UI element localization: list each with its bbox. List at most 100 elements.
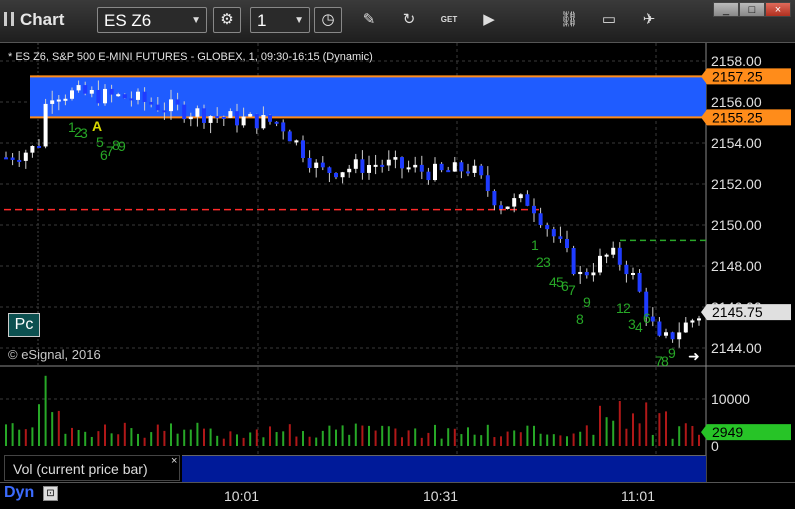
candle-body <box>373 164 378 167</box>
chevron-down-icon[interactable]: ▼ <box>294 8 304 34</box>
candle-body <box>677 332 682 340</box>
volume-bar <box>486 424 489 446</box>
volume-bar <box>414 428 417 446</box>
candle-body <box>551 229 556 237</box>
candle-body <box>650 316 655 322</box>
candle-body <box>208 116 213 123</box>
candle-body <box>89 90 94 94</box>
volume-bar <box>18 429 21 446</box>
get-icon[interactable]: GET <box>438 10 460 30</box>
volume-bar <box>506 431 509 446</box>
candle-body <box>512 198 517 207</box>
volume-bar <box>262 437 265 446</box>
refresh-icon[interactable]: ↻ <box>398 10 420 30</box>
candle-body <box>380 164 385 167</box>
volume-bar <box>295 436 298 446</box>
count-label: 4 <box>635 319 643 335</box>
grip-icon[interactable] <box>4 12 14 26</box>
count-label: 9 <box>118 138 126 154</box>
volume-bar <box>638 423 641 446</box>
volume-bar <box>612 420 615 446</box>
candle-body <box>624 264 629 275</box>
volume-bar <box>90 436 93 446</box>
volume-bar <box>196 422 199 446</box>
candle-body <box>155 104 160 111</box>
symbol-input[interactable]: ES Z6 ▼ <box>97 7 207 33</box>
lock-icon[interactable]: ⊡ <box>43 486 58 501</box>
candle-body <box>499 205 503 209</box>
chat-icon[interactable]: ▭ <box>598 10 620 30</box>
minimize-button[interactable]: _ <box>713 2 739 17</box>
volume-bar <box>526 425 529 446</box>
candle-body <box>485 175 490 192</box>
volume-bar <box>374 430 377 446</box>
volume-bar <box>249 432 252 446</box>
window-controls: _ □ × <box>713 0 791 17</box>
time-label: 10:01 <box>224 488 260 504</box>
candle-body <box>287 131 292 142</box>
volume-bar <box>222 438 225 446</box>
volume-bar <box>407 430 410 446</box>
chart-canvas[interactable]: 1235678912 34 56 789 1 23 4678 9 2949 * ES Z6, … <box>0 43 795 483</box>
study-close-button[interactable]: × <box>171 455 177 467</box>
pc-button[interactable]: Pc <box>8 313 40 337</box>
clock-icon[interactable]: ◷ <box>314 7 342 33</box>
scroll-right-icon[interactable]: ➜ <box>688 348 700 364</box>
volume-bar <box>513 430 516 446</box>
settings-gear-icon[interactable]: ⚙ <box>213 7 241 33</box>
pencil-icon[interactable]: ✎ <box>358 10 380 30</box>
candle-body <box>413 164 418 168</box>
candle-body <box>466 171 470 174</box>
link-icon[interactable]: ⛓ <box>558 10 580 30</box>
candle-body <box>268 115 272 122</box>
candle-body <box>215 116 220 119</box>
volume-bar <box>698 434 700 446</box>
candle-body <box>56 99 61 102</box>
close-button[interactable]: × <box>765 2 791 17</box>
volume-bar <box>229 431 232 446</box>
volume-bar <box>658 413 661 446</box>
volume-bar <box>354 423 357 446</box>
volume-bar <box>533 425 535 446</box>
candle-body <box>334 173 338 178</box>
volume-bar <box>64 433 67 446</box>
candle-body <box>360 159 365 173</box>
candle-body <box>657 321 662 336</box>
chevron-down-icon[interactable]: ▼ <box>191 8 201 34</box>
candle-body <box>611 247 616 255</box>
volume-bar <box>170 423 172 446</box>
price-marker-label: 2157.25 <box>712 68 763 84</box>
candle-body <box>565 238 569 249</box>
count-label: 6 <box>643 310 651 326</box>
count-label: 1 <box>531 237 539 253</box>
volume-bar <box>599 405 601 446</box>
candle-body <box>37 145 41 148</box>
volume-bar <box>546 434 549 446</box>
play-icon[interactable]: ▶ <box>478 10 500 30</box>
candle-body <box>578 271 583 275</box>
candle-body <box>254 113 259 129</box>
price-tick-label: 2144.00 <box>711 340 762 356</box>
volume-bar <box>203 428 205 446</box>
volume-bar <box>104 424 106 446</box>
price-tick-label: 2150.00 <box>711 217 762 233</box>
candle-body <box>604 254 609 257</box>
candle-body <box>670 332 675 340</box>
candle-body <box>452 162 457 172</box>
volume-bar <box>401 437 403 446</box>
interval-input[interactable]: 1 ▼ <box>250 7 310 33</box>
candle-body <box>17 159 22 162</box>
volume-bar <box>71 427 73 446</box>
volume-bar <box>123 422 126 446</box>
twitter-icon[interactable]: ✈ <box>638 10 660 30</box>
candle-body <box>307 158 312 168</box>
maximize-button[interactable]: □ <box>739 2 765 17</box>
volume-bar <box>57 410 60 446</box>
volume-bar <box>163 430 166 446</box>
study-bar[interactable] <box>182 455 706 482</box>
volume-bar <box>51 412 54 446</box>
volume-bar <box>493 437 496 446</box>
annotation-a: A <box>92 118 102 134</box>
dynamic-mode-label[interactable]: Dyn <box>4 484 34 502</box>
candle-body <box>479 165 484 176</box>
